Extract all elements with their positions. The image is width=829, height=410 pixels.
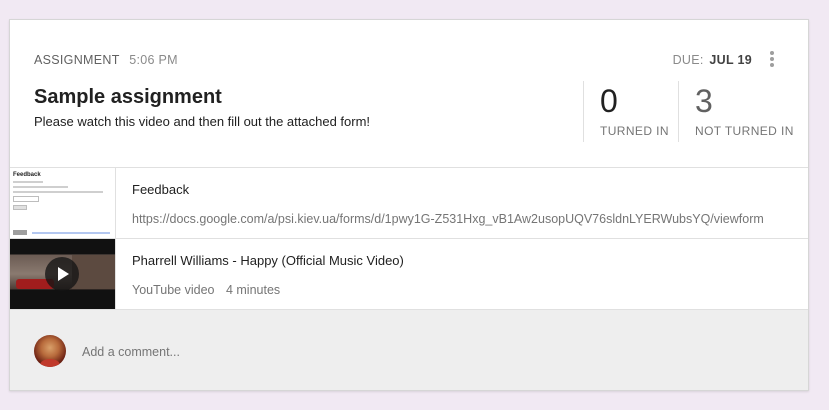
assignment-time: 5:06 PM <box>129 53 178 67</box>
assignment-title[interactable]: Sample assignment <box>34 86 222 109</box>
assignment-card: ASSIGNMENT 5:06 PM DUE: JUL 19 Sample as… <box>9 19 809 391</box>
avatar <box>34 335 66 367</box>
attachment-title[interactable]: Pharrell Williams - Happy (Official Musi… <box>132 253 404 268</box>
assignment-description: Please watch this video and then fill ou… <box>34 114 371 129</box>
due-value: JUL 19 <box>709 53 752 67</box>
not-turned-in-label: NOT TURNED IN <box>695 124 794 138</box>
assignment-kind: ASSIGNMENT <box>34 53 120 67</box>
comment-area <box>10 309 808 390</box>
due-date: DUE: JUL 19 <box>673 53 752 67</box>
video-thumbnail[interactable] <box>10 239 116 309</box>
turned-in-stat[interactable]: 0 TURNED IN <box>583 81 678 142</box>
turned-in-count: 0 <box>600 83 618 119</box>
more-vert-icon[interactable] <box>767 50 777 68</box>
video-duration: 4 minutes <box>225 283 281 297</box>
attachment-form[interactable]: Feedback Feedback https://docs.google.co… <box>10 167 808 238</box>
turned-in-label: TURNED IN <box>600 124 669 138</box>
not-turned-in-stat[interactable]: 3 NOT TURNED IN <box>678 81 798 142</box>
google-forms-logo <box>13 230 27 235</box>
due-label: DUE: <box>672 53 704 67</box>
form-thumbnail-title: Feedback <box>13 172 41 178</box>
menu-dot <box>770 57 774 61</box>
not-turned-in-count: 3 <box>695 83 713 119</box>
menu-dot <box>770 51 774 55</box>
attachment-video[interactable]: Pharrell Williams - Happy (Official Musi… <box>10 238 808 309</box>
video-source: YouTube video <box>132 283 215 297</box>
menu-dot <box>770 63 774 67</box>
play-icon[interactable] <box>45 257 79 291</box>
assignment-header: ASSIGNMENT 5:06 PM DUE: JUL 19 Sample as… <box>10 20 808 167</box>
form-thumbnail[interactable]: Feedback <box>10 168 116 238</box>
comment-input[interactable] <box>82 343 782 361</box>
attachment-url[interactable]: https://docs.google.com/a/psi.kiev.ua/fo… <box>132 212 764 226</box>
assignment-meta: ASSIGNMENT 5:06 PM <box>34 53 178 67</box>
attachment-meta: YouTube video 4 minutes <box>132 283 280 297</box>
attachment-title[interactable]: Feedback <box>132 182 189 197</box>
